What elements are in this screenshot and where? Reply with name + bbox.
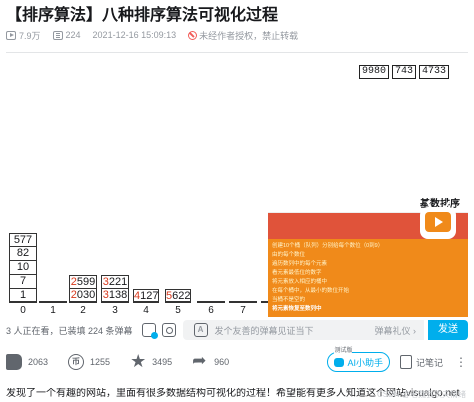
notebook-icon — [399, 355, 412, 369]
pseudocode-line: 创建10个桶（队列）分别给每个数位（0到9） — [272, 243, 384, 249]
bucket-index: 6 — [208, 305, 214, 316]
pseudocode-line: 将元素恢复至数列中 — [272, 306, 322, 312]
like-button[interactable]: 2063 — [6, 354, 48, 370]
notes-label: 记笔记 — [415, 357, 443, 368]
bucket-stack: 577 82 10 7 1 — [9, 233, 37, 303]
watching-count: 3 人正在看，已装填 224 条弹幕 — [6, 325, 133, 336]
bucket-cell: 82 — [9, 247, 37, 261]
action-bar: 2063 币 1255 3495 960 测试版 AI小助手 记笔记 ⋮ — [6, 345, 468, 374]
pseudocode-line: 看元素最低位的数字 — [272, 270, 322, 276]
share-button[interactable]: 960 — [192, 351, 230, 371]
bucket-base — [229, 301, 257, 303]
bucket-base — [39, 301, 67, 303]
bucket-index: 4 — [143, 305, 149, 316]
danmaku-toggle-icon[interactable] — [141, 323, 158, 339]
bucket-cell: 577 — [9, 233, 37, 247]
copyright-note: 未经作者授权，禁止转载 — [199, 30, 299, 41]
favorite-button[interactable]: 3495 — [130, 351, 173, 372]
coin-icon: 币 — [68, 354, 85, 370]
danmaku-placeholder: 发个友善的弹幕见证当下 — [214, 325, 314, 336]
robot-icon — [334, 357, 345, 367]
bucket-cell: 2599 — [69, 275, 97, 289]
share-count: 960 — [214, 357, 230, 367]
no-repost-icon — [188, 30, 198, 40]
pseudocode-block: 创建10个桶（队列）分别给每个数位（0到9） 由的每个数位遍历数列中的每个元素 看元… — [268, 239, 468, 317]
bilibili-tv-icon — [420, 207, 456, 239]
danmaku-count: 224 — [65, 30, 81, 40]
video-title: 【排序算法】八种排序算法可视化过程 — [6, 7, 279, 24]
pseudocode-line: 当桶不是空的 — [272, 297, 306, 303]
ai-assistant-button[interactable]: 测试版 AI小助手 — [327, 345, 390, 372]
bucket-base — [165, 301, 191, 303]
danmaku-input[interactable]: A 发个友善的弹幕见证当下 — [182, 320, 367, 340]
star-icon — [130, 351, 146, 372]
bucket-base — [101, 301, 129, 303]
danmaku-settings-icon[interactable] — [161, 323, 176, 337]
publish-date: 2021-12-16 15:09:13 — [92, 30, 177, 40]
pseudocode-line: 在每个桶中，从最小的数位开始 — [272, 288, 350, 294]
bucket-index: 3 — [112, 305, 118, 316]
bucket-stack: 3221 3138 — [101, 275, 129, 303]
watermark: CSDN @老魏我农夫情绪 — [376, 390, 466, 399]
bucket-index: 5 — [175, 305, 181, 316]
counter-box: 9980 — [359, 65, 390, 79]
bucket-base — [133, 301, 159, 303]
coin-button[interactable]: 币 1255 — [68, 354, 110, 370]
bucket-index: 7 — [240, 305, 246, 316]
beta-tag: 测试版 — [334, 345, 353, 354]
pseudocode-line: 由的每个数位 — [272, 252, 306, 258]
bucket-base — [197, 301, 225, 303]
counter-box: 4733 — [419, 65, 450, 79]
counter-box: 743 — [392, 65, 417, 79]
bucket-index: 2 — [80, 305, 86, 316]
danmaku-style-icon[interactable]: A — [193, 323, 208, 337]
play-count-icon — [6, 30, 16, 40]
coin-count: 1255 — [90, 357, 111, 367]
video-meta: 7.9万 224 2021-12-16 15:09:13 未经作者授权，禁止转载 — [6, 28, 298, 42]
danmaku-etiquette-link[interactable]: 弹幕礼仪 › — [366, 320, 424, 340]
share-icon — [192, 351, 208, 371]
ai-assistant-label: AI小助手 — [347, 357, 383, 368]
video-player[interactable]: 9980 743 4733 577 82 10 7 1 2599 2030 3221 3138 4… — [6, 52, 468, 317]
pseudocode-line: 遍历数列中的每个元素 — [272, 261, 328, 267]
bucket-index: 0 — [20, 305, 26, 316]
bucket-cell: 3221 — [101, 275, 129, 289]
notes-button[interactable]: 记笔记 — [399, 355, 443, 369]
bucket-base — [9, 301, 37, 303]
favorite-count: 3495 — [152, 357, 173, 367]
danmaku-count-icon — [52, 30, 63, 40]
view-count: 7.9万 — [19, 30, 41, 41]
bucket-stack: 2599 2030 — [69, 275, 97, 303]
algorithm-panel: 基数排序 创建10个桶（队列）分别给每个数位（0到9） 由的每个数位 遍历数列中的每… — [268, 189, 468, 317]
bucket-baseline — [6, 301, 317, 303]
bucket-cell: 10 — [9, 261, 37, 275]
like-count: 2063 — [28, 357, 49, 367]
more-options-icon[interactable]: ⋮ — [455, 355, 468, 369]
bucket-index: 1 — [50, 305, 56, 316]
bucket-cell: 7 — [9, 275, 37, 289]
pseudocode-line: 将元素放入相应的桶中 — [272, 279, 328, 285]
thumbs-up-icon — [6, 354, 22, 370]
counter-row: 9980 743 4733 — [356, 65, 450, 79]
danmaku-bar: 3 人正在看，已装填 224 条弹幕 A 发个友善的弹幕见证当下 弹幕礼仪 › … — [6, 319, 468, 341]
bucket-base — [69, 301, 97, 303]
send-danmaku-button[interactable]: 发送 — [428, 320, 468, 340]
